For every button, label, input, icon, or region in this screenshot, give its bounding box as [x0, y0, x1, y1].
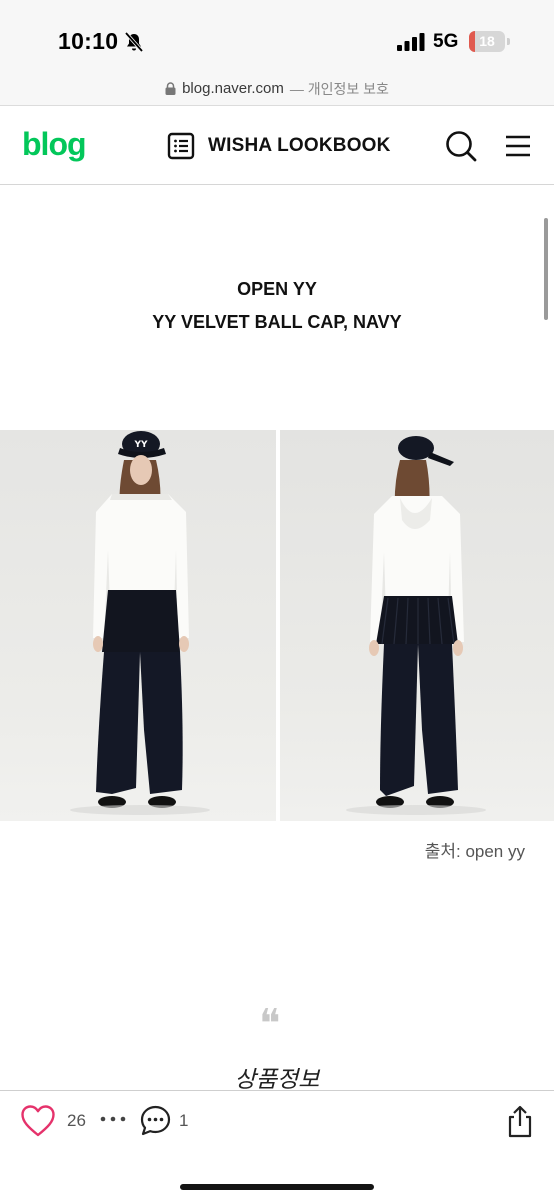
model-back-figure — [346, 436, 486, 815]
comment-icon[interactable] — [139, 1104, 172, 1137]
lookbook-photos[interactable]: YY — [0, 430, 554, 821]
bell-slash-icon — [124, 31, 144, 53]
comment-count: 1 — [179, 1111, 189, 1130]
lookbook-photo-front[interactable]: YY — [0, 430, 276, 821]
menu-icon[interactable] — [503, 131, 533, 161]
section-title: 상품정보 — [234, 1067, 320, 1093]
blog-title[interactable]: WISHA LOOKBOOK — [208, 135, 391, 157]
quote-icon: ❝ — [259, 1001, 281, 1047]
battery-icon: 18 — [469, 31, 511, 52]
blog-logo[interactable]: blog — [22, 126, 87, 163]
like-count: 26 — [67, 1111, 86, 1130]
status-time: 10:10 — [58, 28, 119, 54]
lock-icon — [165, 82, 176, 95]
lookbook-photo-back[interactable] — [280, 430, 554, 821]
comment-button[interactable]: 1 — [139, 1104, 199, 1138]
url-bar[interactable]: blog.naver.com — 개인정보 보호 — [0, 72, 554, 106]
heart-icon[interactable] — [20, 1104, 56, 1138]
post-product-name: YY VELVET BALL CAP, NAVY — [152, 312, 402, 332]
battery-level: 18 — [479, 33, 495, 49]
photo-source-caption: 출처: open yy — [424, 842, 525, 861]
scrollbar[interactable] — [544, 218, 548, 320]
url-host: blog.naver.com — [182, 80, 284, 97]
post-brand: OPEN YY — [237, 279, 317, 299]
signal-bars-icon — [397, 33, 425, 51]
model-front-figure: YY — [70, 431, 210, 815]
list-icon[interactable] — [167, 132, 195, 160]
status-bar: 10:10 5G 18 — [0, 0, 554, 72]
privacy-note: — 개인정보 보호 — [289, 80, 389, 97]
like-button[interactable]: 26 — [20, 1104, 102, 1138]
network-label: 5G — [433, 31, 459, 52]
bottom-action-bar: 26 1 — [0, 1090, 554, 1200]
search-icon[interactable] — [444, 129, 478, 163]
svg-text:YY: YY — [133, 440, 148, 450]
blog-header: blog WISHA LOOKBOOK — [0, 107, 554, 185]
home-indicator[interactable] — [180, 1184, 374, 1190]
share-icon[interactable] — [505, 1105, 535, 1139]
more-dots-icon[interactable] — [100, 1112, 126, 1126]
